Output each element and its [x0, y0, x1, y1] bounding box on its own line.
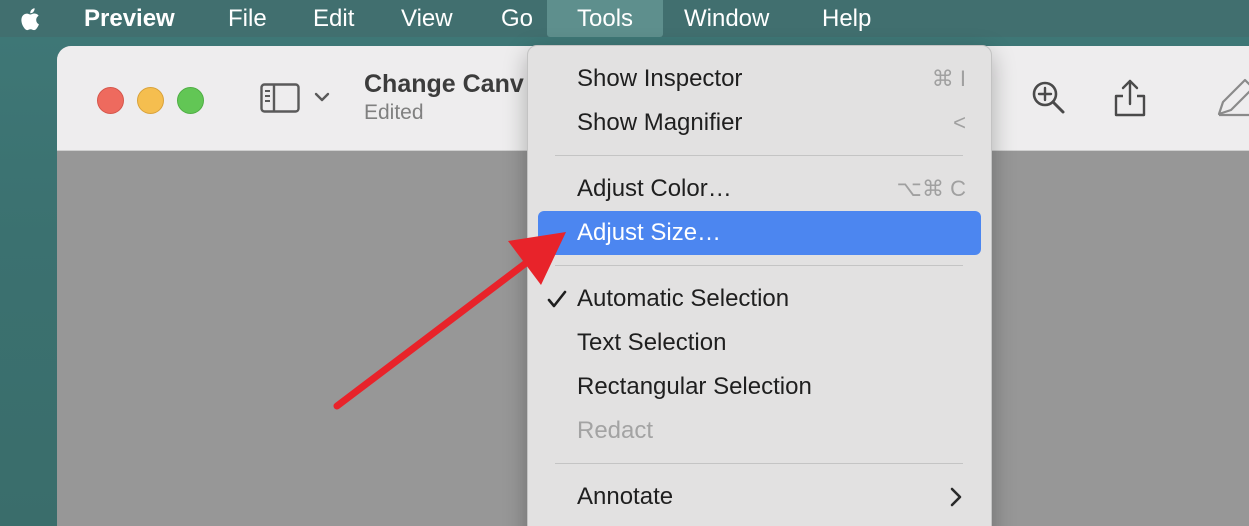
menu-item-annotate[interactable]: Annotate: [538, 475, 981, 519]
menu-app-preview[interactable]: Preview: [84, 0, 175, 37]
menu-item-label: Automatic Selection: [577, 285, 790, 312]
sidebar-toggle-icon[interactable]: [260, 83, 300, 113]
share-icon[interactable]: [1110, 78, 1150, 118]
menu-tools[interactable]: Tools: [547, 0, 664, 37]
menu-separator: [555, 265, 963, 266]
menu-item-redact: Redact: [538, 409, 981, 453]
menu-item-automatic-selection[interactable]: Automatic Selection: [538, 277, 981, 321]
menu-item-label: Rectangular Selection: [577, 373, 812, 400]
tools-menu-dropdown: Show Inspector ⌘ I Show Magnifier < Adju…: [527, 45, 992, 526]
menu-item-shortcut: ⌥⌘ C: [896, 176, 966, 201]
menu-item-label: Adjust Size…: [577, 219, 722, 246]
menu-item-adjust-size[interactable]: Adjust Size…: [538, 211, 981, 255]
menu-item-rectangular-selection[interactable]: Rectangular Selection: [538, 365, 981, 409]
menu-help[interactable]: Help: [822, 0, 871, 37]
chevron-down-icon[interactable]: [313, 88, 331, 106]
menu-file[interactable]: File: [228, 0, 267, 37]
menu-item-label: Annotate: [577, 483, 674, 510]
menu-item-label: Show Inspector: [577, 65, 743, 92]
zoom-in-icon[interactable]: [1029, 78, 1069, 118]
menu-window[interactable]: Window: [684, 0, 769, 37]
menu-item-show-inspector[interactable]: Show Inspector ⌘ I: [538, 57, 981, 101]
document-title: Change Canv: [364, 70, 524, 98]
apple-logo-icon[interactable]: [16, 4, 46, 34]
menu-item-text-selection[interactable]: Text Selection: [538, 321, 981, 365]
menu-item-adjust-color[interactable]: Adjust Color… ⌥⌘ C: [538, 167, 981, 211]
menu-separator: [555, 463, 963, 464]
menu-item-label: Show Magnifier: [577, 109, 743, 136]
menu-item-label: Text Selection: [577, 329, 727, 356]
menu-item-show-magnifier[interactable]: Show Magnifier <: [538, 101, 981, 145]
menu-item-label: Redact: [577, 417, 654, 444]
chevron-right-icon: [950, 487, 962, 507]
menu-separator: [555, 155, 963, 156]
menu-view[interactable]: View: [401, 0, 453, 37]
markup-pen-icon[interactable]: [1215, 78, 1249, 118]
close-window-button[interactable]: [97, 87, 124, 114]
menu-edit[interactable]: Edit: [313, 0, 354, 37]
menu-item-shortcut: ⌘ I: [931, 66, 966, 91]
menu-item-label: Adjust Color…: [577, 175, 732, 202]
minimize-window-button[interactable]: [137, 87, 164, 114]
menu-bar: Preview File Edit View Go Tools Window H…: [0, 0, 1249, 37]
document-status: Edited: [364, 101, 424, 124]
zoom-window-button[interactable]: [177, 87, 204, 114]
menu-go[interactable]: Go: [501, 0, 533, 37]
checkmark-icon: [547, 290, 567, 308]
menu-item-shortcut: <: [953, 110, 966, 135]
